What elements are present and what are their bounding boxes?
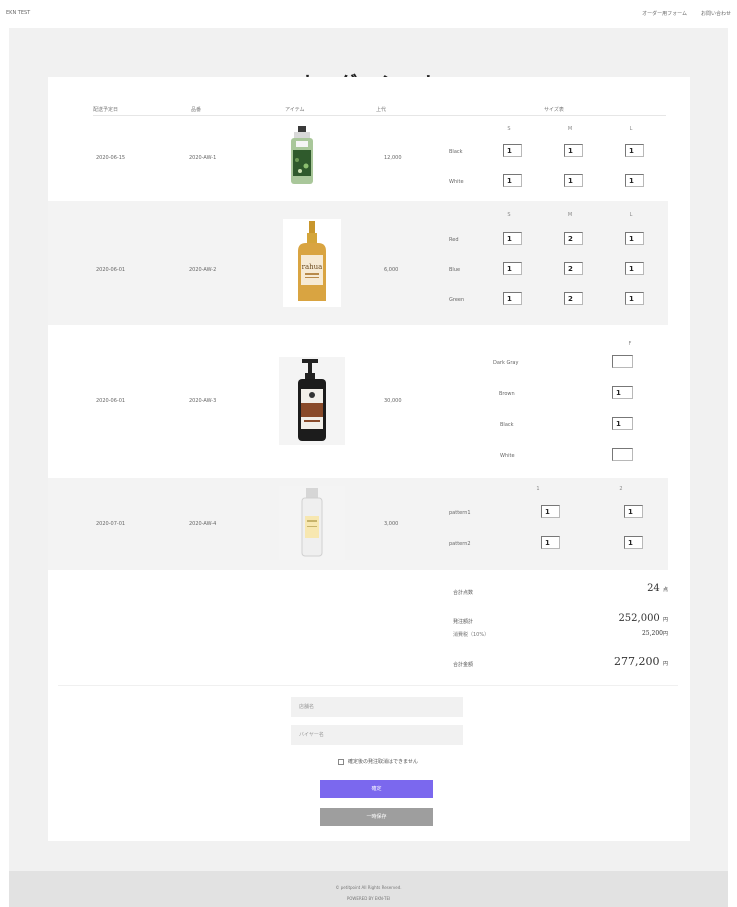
quantity-input[interactable]: 1 [503,174,522,187]
item-price: 3,000 [384,521,399,527]
quantity-input[interactable]: 2 [564,292,583,305]
color-label: White [500,453,515,459]
table-row: 2020-06-01 2020-AW-3 30,000 F Dark Gray … [48,327,668,477]
header-size-table: サイズ表 [544,107,564,113]
save-draft-button[interactable]: 一時保存 [320,808,433,826]
item-price: 12,000 [384,155,402,161]
item-code: 2020-AW-1 [189,155,217,161]
grand-total-value: 277,200 円 [613,655,668,668]
table-row: 2020-06-01 2020-AW-2 rahua 6,000 S M L R… [48,201,668,325]
delivery-date: 2020-06-15 [96,155,126,161]
total-qty-label: 合計点数 [453,590,474,596]
quantity-input[interactable]: 1 [625,174,644,187]
header-item: アイテム [285,107,305,113]
header-item-code: 品番 [191,107,202,113]
nav-contact[interactable]: お問い合わせ [701,10,731,17]
product-image-shampoo-green [273,124,331,186]
size-label: M [567,212,573,218]
quantity-input[interactable]: 2 [564,232,583,245]
top-nav: オーダー用フォーム お問い合わせ [642,10,731,17]
grand-total-label: 合計金額 [453,662,474,668]
quantity-input[interactable]: 1 [541,505,560,518]
quantity-input[interactable]: 1 [564,144,583,157]
color-label: pattern1 [449,510,471,516]
quantity-input[interactable] [612,355,633,368]
size-label: S [507,212,511,218]
quantity-input[interactable]: 1 [625,262,644,275]
quantity-input[interactable]: 1 [612,386,633,399]
product-image-rahua-bottle: rahua [283,219,341,307]
header-delivery-date: 配送予定日 [93,107,119,113]
size-label: L [629,126,633,132]
color-label: Black [449,149,463,155]
confirm-notice[interactable]: 確定後の発注取消はできません [338,758,418,765]
quantity-input[interactable]: 1 [503,262,522,275]
confirm-notice-text: 確定後の発注取消はできません [348,759,418,765]
quantity-input[interactable]: 1 [624,536,643,549]
confirm-checkbox[interactable] [338,758,344,765]
buyer-name-input[interactable]: バイヤー名 [291,725,463,745]
quantity-input[interactable]: 1 [625,144,644,157]
total-qty-value: 24 点 [647,583,668,594]
quantity-input[interactable]: 1 [503,144,522,157]
item-code: 2020-AW-4 [189,521,217,527]
size-label: L [629,212,633,218]
copyright-text: © petitpoint All Rights Reserved. [335,885,402,890]
item-code: 2020-AW-2 [189,267,217,273]
item-code: 2020-AW-3 [189,398,217,404]
color-label: Blue [449,267,461,273]
size-label: 1 [536,486,540,492]
nav-order-form[interactable]: オーダー用フォーム [642,10,687,17]
product-image-clear-bottle [279,486,345,560]
size-label: 2 [619,486,623,492]
color-label: Red [449,237,459,243]
quantity-input[interactable] [612,448,633,461]
product-image-pump-bottle [279,357,345,445]
table-header: 配送予定日 品番 アイテム 上代 サイズ表 [93,105,666,116]
page-panel: オーダーシート 配送予定日 品番 アイテム 上代 サイズ表 2020-06-15… [9,28,728,871]
footer: © petitpoint All Rights Reserved. POWERE… [9,871,728,907]
divider [58,685,678,686]
quantity-input[interactable]: 2 [564,262,583,275]
color-label: Dark Gray [493,360,519,366]
size-label: M [567,126,573,132]
confirm-button[interactable]: 確定 [320,780,433,798]
quantity-input[interactable]: 1 [503,232,522,245]
color-label: White [449,179,464,185]
size-label: S [507,126,511,132]
color-label: Brown [499,391,515,397]
powered-by-text: POWERED BY EKN-TEI [346,896,391,901]
quantity-input[interactable]: 1 [624,505,643,518]
quantity-input[interactable]: 1 [612,417,633,430]
color-label: Green [449,297,465,303]
quantity-input[interactable]: 1 [541,536,560,549]
subtotal-value: 252,000 円 [618,613,668,624]
table-row: 2020-06-15 2020-AW-1 12,000 S M L Black [48,117,668,199]
color-label: Black [500,422,514,428]
table-row: 2020-07-01 2020-AW-4 3,000 1 2 pattern1 … [48,478,668,570]
quantity-input[interactable]: 1 [564,174,583,187]
quantity-input[interactable]: 1 [625,292,644,305]
item-price: 30,000 [384,398,402,404]
delivery-date: 2020-06-01 [96,267,126,273]
delivery-date: 2020-06-01 [96,398,126,404]
item-price: 6,000 [384,267,399,273]
order-card: 配送予定日 品番 アイテム 上代 サイズ表 2020-06-15 2020-AW… [48,77,690,841]
color-label: pattern2 [449,541,471,547]
site-name[interactable]: EKN TEST [6,10,30,16]
size-label: F [628,341,632,347]
quantity-input[interactable]: 1 [625,232,644,245]
top-bar: EKN TEST オーダー用フォーム お問い合わせ [0,0,737,26]
header-price: 上代 [376,107,387,113]
svg-text:rahua: rahua [302,263,323,271]
delivery-date: 2020-07-01 [96,521,126,527]
tax-value: 25,200円 [641,630,668,637]
subtotal-label: 発注額計 [453,619,474,625]
tax-label: 消費税（10%） [453,632,490,638]
quantity-input[interactable]: 1 [503,292,522,305]
store-name-input[interactable]: 店舗名 [291,697,463,717]
